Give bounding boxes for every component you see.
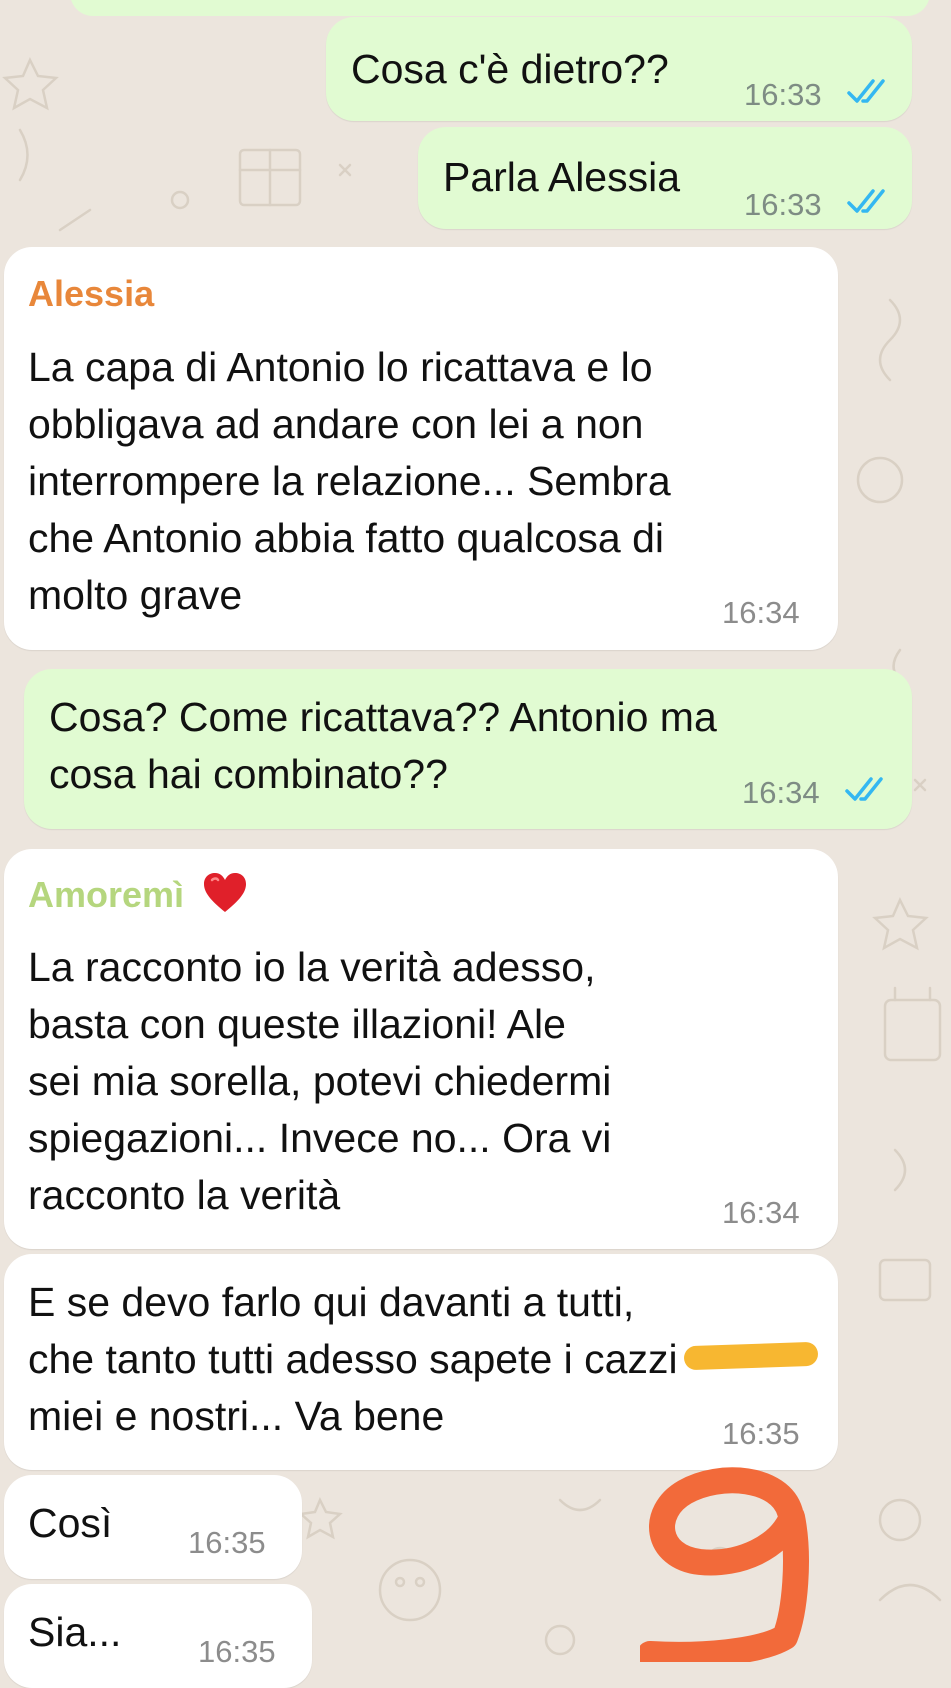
message-line: miei e nostri... Va bene xyxy=(28,1393,445,1439)
sent-message[interactable]: Parla Alessia 16:33 xyxy=(418,127,912,229)
received-message[interactable]: E se devo farlo qui davanti a tutti, che… xyxy=(4,1254,838,1470)
message-line: spiegazioni... Invece no... Ora vi xyxy=(28,1115,612,1161)
sent-message[interactable]: Cosa c'è dietro?? 16:33 xyxy=(326,17,912,121)
message-line: molto grave xyxy=(28,572,243,618)
message-line: basta con queste illazioni! Ale xyxy=(28,1001,566,1047)
message-line: racconto la verità xyxy=(28,1172,341,1218)
double-check-icon xyxy=(847,79,885,103)
message-text: Sia... xyxy=(28,1609,122,1655)
message-line: cosa hai combinato?? xyxy=(49,751,448,797)
message-line: interrompere la relazione... Sembra xyxy=(28,458,671,504)
sender-name: Alessia xyxy=(28,273,155,314)
message-time: 16:34 xyxy=(742,775,820,810)
message-line: La capa di Antonio lo ricattava e lo xyxy=(28,344,653,390)
message-line: E se devo farlo qui davanti a tutti, xyxy=(28,1279,635,1325)
message-time: 16:33 xyxy=(744,187,822,222)
message-time: 16:35 xyxy=(188,1525,266,1560)
message-line: obbligava ad andare con lei a non xyxy=(28,401,644,447)
message-text: Parla Alessia xyxy=(443,154,681,200)
message-line: che tanto tutti adesso sapete i cazzi xyxy=(28,1336,678,1382)
received-message[interactable]: Amoremì La racconto io la verità adesso,… xyxy=(4,849,838,1249)
received-message[interactable]: Alessia La capa di Antonio lo ricattava … xyxy=(4,247,838,650)
message-time: 16:33 xyxy=(744,77,822,112)
message-time: 16:34 xyxy=(722,1195,800,1230)
message-text: Cosa c'è dietro?? xyxy=(351,46,669,92)
message-line: Cosa? Come ricattava?? Antonio ma xyxy=(49,694,717,740)
sender-name: Amoremì xyxy=(28,874,185,915)
message-line: La racconto io la verità adesso, xyxy=(28,944,596,990)
message-time: 16:35 xyxy=(198,1634,276,1669)
sent-message[interactable]: Cosa? Come ricattava?? Antonio ma cosa h… xyxy=(24,669,912,829)
message-time: 16:35 xyxy=(722,1416,800,1451)
previous-message-edge xyxy=(70,0,930,16)
double-check-icon xyxy=(847,189,885,213)
hand-drawn-annotation-9 xyxy=(640,1467,809,1662)
received-message[interactable]: Così 16:35 xyxy=(4,1475,302,1579)
message-line: sei mia sorella, potevi chiedermi xyxy=(28,1058,612,1104)
message-text: Così xyxy=(28,1500,113,1546)
double-check-icon xyxy=(845,777,883,801)
message-time: 16:34 xyxy=(722,595,800,630)
message-line: che Antonio abbia fatto qualcosa di xyxy=(28,515,664,561)
censor-scribble xyxy=(683,1341,819,1371)
red-heart-icon xyxy=(204,873,246,912)
received-message[interactable]: Sia... 16:35 xyxy=(4,1584,312,1688)
